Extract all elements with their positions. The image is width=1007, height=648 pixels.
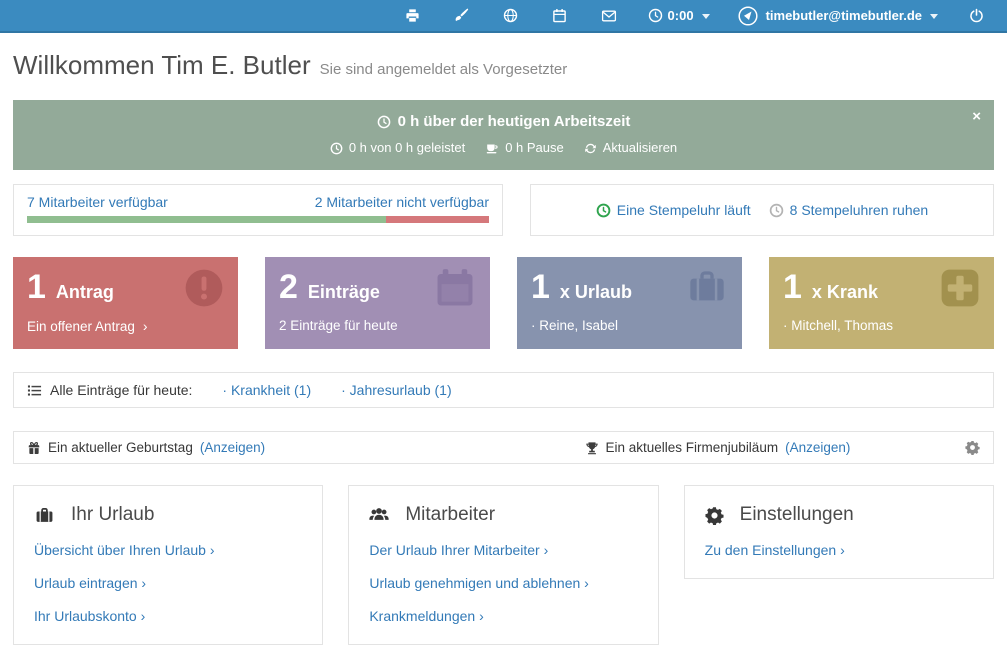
clock-icon [377,115,391,129]
einstellungen-title: Einstellungen [740,503,854,527]
card-urlaub[interactable]: 1 x Urlaub · Reine, Isabel [517,257,742,349]
urlaub-count: 1 [531,269,550,305]
messages-button[interactable] [584,8,634,24]
time-tracking-menu[interactable]: 0:00 [634,8,724,23]
timebutler-logo [738,6,758,26]
tracked-time-value: 0:00 [668,8,694,23]
mail-icon [601,8,617,24]
entries-link-jahresurlaub[interactable]: · Jahresurlaub (1) [341,382,452,398]
clock-running-icon [596,203,611,218]
entries-strip: Alle Einträge für heute: · Krankheit (1)… [13,372,994,408]
refresh-icon [584,142,597,155]
birthday-show-link[interactable]: (Anzeigen) [200,440,265,455]
events-settings-button[interactable] [965,440,980,455]
stempeluhr-idle-link[interactable]: 8 Stempeluhren ruhen [769,202,929,218]
gear-icon [705,506,724,525]
eintraege-count: 2 [279,269,298,305]
link-urlaub-mitarbeiter[interactable]: Der Urlaub Ihrer Mitarbeiter › [369,542,637,559]
antrag-count: 1 [27,269,46,305]
availability-bar [27,216,489,223]
stempeluhr-panel: Eine Stempeluhr läuft 8 Stempeluhren ruh… [530,184,994,236]
welcome-title: Willkommen Tim E. Butler [13,50,311,80]
calendar-icon [433,267,477,309]
link-urlaub-genehmigen[interactable]: Urlaub genehmigen und ablehnen › [369,575,637,592]
top-navbar: 0:00 timebutler@timebutler.de [0,0,1007,33]
worktime-banner: 0 h über der heutigen Arbeitszeit 0 h vo… [13,100,994,170]
exclamation-circle-icon [183,267,225,309]
chevron-down-icon [702,14,710,19]
chevron-right-icon: › [143,318,148,334]
trophy-icon [585,441,599,455]
pause-cup-icon [485,141,499,155]
globe-icon [503,8,518,23]
logout-button[interactable] [952,8,1001,23]
clock-icon [330,142,343,155]
page-title: Willkommen Tim E. Butler Sie sind angemel… [13,48,994,87]
card-krank[interactable]: 1 x Krank · Mitchell, Thomas [769,257,994,349]
theme-button[interactable] [437,8,486,23]
card-eintraege[interactable]: 2 Einträge 2 Einträge für heute [265,257,490,349]
link-krankmeldungen[interactable]: Krankmeldungen › [369,608,637,625]
briefcase-icon [685,267,729,307]
refresh-link[interactable]: Aktualisieren [584,140,677,156]
clock-icon [648,8,663,23]
availability-bar-green [27,216,386,223]
entries-link-krankheit[interactable]: · Krankheit (1) [222,382,311,398]
antrag-link[interactable]: Ein offener Antrag› [27,318,224,335]
account-email: timebutler@timebutler.de [766,8,922,23]
krank-count: 1 [783,269,802,305]
link-urlaubskonto[interactable]: Ihr Urlaubskonto › [34,608,302,625]
close-icon[interactable]: × [972,109,981,124]
users-icon [369,505,389,525]
birthday-label: Ein aktueller Geburtstag [48,440,193,455]
link-urlaub-uebersicht[interactable]: Übersicht über Ihren Urlaub › [34,542,302,559]
language-button[interactable] [486,8,535,23]
briefcase-icon [34,506,55,525]
available-link[interactable]: 7 Mitarbeiter verfügbar [27,194,168,211]
worktime-banner-title: 0 h über der heutigen Arbeitszeit [53,113,954,131]
medical-plus-icon [939,267,981,309]
mitarbeiter-title: Mitarbeiter [405,503,495,527]
worked-hours: 0 h von 0 h geleistet [330,140,465,156]
card-einstellungen: Einstellungen Zu den Einstellungen › [684,485,994,579]
link-zu-einstellungen[interactable]: Zu den Einstellungen › [705,542,973,559]
gift-icon [27,441,41,455]
chevron-down-icon [930,14,938,19]
card-ihr-urlaub: Ihr Urlaub Übersicht über Ihren Urlaub ›… [13,485,323,645]
calendar-button[interactable] [535,8,584,23]
krank-person: · Mitchell, Thomas [783,318,980,334]
calendar-icon [552,8,567,23]
card-mitarbeiter: Mitarbeiter Der Urlaub Ihrer Mitarbeiter… [348,485,658,645]
krank-title: x Krank [812,282,878,303]
paintbrush-icon [454,8,469,23]
list-icon [27,383,42,398]
entries-label: Alle Einträge für heute: [27,382,192,398]
clock-idle-icon [769,203,784,218]
card-antrag[interactable]: 1 Antrag Ein offener Antrag› [13,257,238,349]
worktime-banner-title-text: 0 h über der heutigen Arbeitszeit [398,113,631,131]
role-subtitle: Sie sind angemeldet als Vorgesetzter [320,61,568,78]
link-urlaub-eintragen[interactable]: Urlaub eintragen › [34,575,302,592]
eintraege-title: Einträge [308,282,380,303]
urlaub-title: x Urlaub [560,282,632,303]
stempeluhr-running-link[interactable]: Eine Stempeluhr läuft [596,202,751,218]
urlaub-person: · Reine, Isabel [531,318,728,334]
pause-hours: 0 h Pause [485,140,564,156]
antrag-title: Antrag [56,282,114,303]
jubilee-show-link[interactable]: (Anzeigen) [785,440,850,455]
power-icon [969,8,984,23]
events-strip: Ein aktueller Geburtstag (Anzeigen) Ein … [13,431,994,464]
ihr-urlaub-title: Ihr Urlaub [71,503,154,527]
eintraege-subtitle: 2 Einträge für heute [279,318,476,334]
availability-panel: 7 Mitarbeiter verfügbar 2 Mitarbeiter ni… [13,184,503,236]
unavailable-link[interactable]: 2 Mitarbeiter nicht verfügbar [315,194,489,211]
birthday-group: Ein aktueller Geburtstag (Anzeigen) [27,440,585,455]
jubilee-group: Ein aktuelles Firmenjubiläum (Anzeigen) [585,440,851,455]
account-menu[interactable]: timebutler@timebutler.de [724,6,952,26]
availability-bar-red [386,216,489,223]
jubilee-label: Ein aktuelles Firmenjubiläum [606,440,779,455]
print-button[interactable] [388,8,437,23]
printer-icon [405,8,420,23]
